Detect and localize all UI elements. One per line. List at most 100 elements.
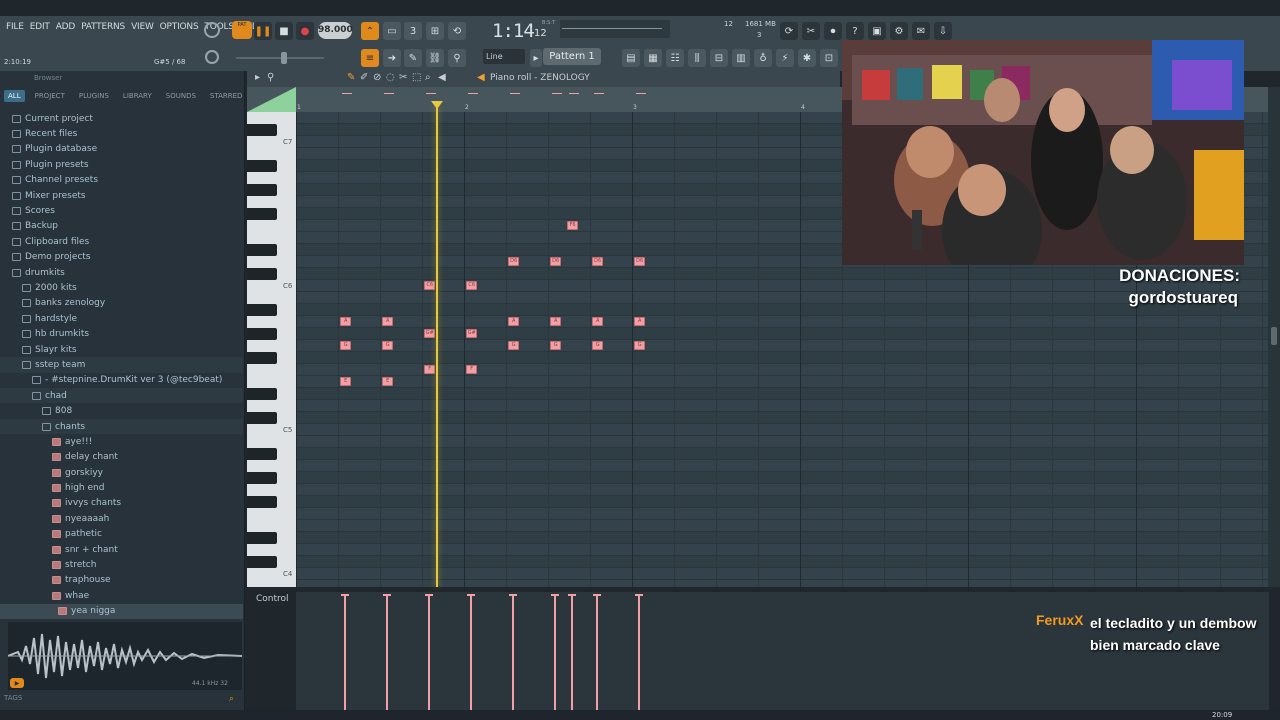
- browser-item[interactable]: aye!!!: [0, 434, 243, 449]
- playlist-icon[interactable]: ≡: [361, 49, 379, 67]
- browser-item[interactable]: yea nigga: [0, 603, 243, 619]
- tools-icon[interactable]: ✂: [802, 22, 820, 40]
- zoom-tool-icon[interactable]: ⌕: [425, 72, 431, 83]
- playback-tool-icon[interactable]: ◀: [438, 72, 446, 83]
- refresh-icon[interactable]: ⟳: [780, 22, 798, 40]
- browser-tab-project[interactable]: PROJECT: [31, 90, 69, 102]
- options-arrow-icon[interactable]: ▸: [255, 72, 260, 83]
- note[interactable]: A: [382, 317, 394, 326]
- browser-tab-all[interactable]: ALL: [4, 90, 25, 102]
- snap-selector[interactable]: Line: [483, 49, 525, 64]
- browser-item[interactable]: hardstyle: [0, 311, 243, 326]
- browser-item[interactable]: Mixer presets: [0, 188, 243, 203]
- note[interactable]: E: [340, 377, 352, 386]
- performance-icon[interactable]: ⊡: [820, 49, 838, 67]
- arrow-icon[interactable]: ➜: [383, 49, 401, 67]
- note[interactable]: D6: [592, 257, 604, 266]
- tempo-display[interactable]: 98.000: [318, 22, 353, 39]
- note[interactable]: F: [466, 365, 478, 374]
- browser-item[interactable]: traphouse: [0, 573, 243, 588]
- browser-item[interactable]: Demo projects: [0, 250, 243, 265]
- browser-item[interactable]: sstep team: [0, 357, 243, 373]
- velocity-bar[interactable]: [554, 596, 557, 710]
- record-icon[interactable]: ●: [296, 22, 314, 40]
- black-key[interactable]: [247, 124, 277, 136]
- velocity-cap[interactable]: [593, 594, 602, 596]
- browser-item[interactable]: Clipboard files: [0, 234, 243, 249]
- draw-tool-icon[interactable]: ✎: [347, 72, 355, 83]
- mute-tool-icon[interactable]: ◌: [386, 72, 395, 83]
- channel-rack-icon[interactable]: ☷: [666, 49, 684, 67]
- velocity-bar[interactable]: [428, 596, 431, 710]
- chat-icon[interactable]: ✉: [912, 22, 930, 40]
- black-key[interactable]: [247, 160, 277, 172]
- browser-item[interactable]: Slayr kits: [0, 342, 243, 357]
- velocity-bar[interactable]: [512, 596, 515, 710]
- browser-item[interactable]: Plugin database: [0, 142, 243, 157]
- velocity-cap[interactable]: [568, 594, 576, 596]
- velocity-cap[interactable]: [509, 594, 518, 596]
- note[interactable]: G: [340, 341, 352, 350]
- black-key[interactable]: [247, 448, 277, 460]
- note[interactable]: C6: [466, 281, 478, 290]
- note[interactable]: G#: [424, 329, 436, 338]
- touch-keyboard-icon[interactable]: ⚡: [776, 49, 794, 67]
- velocity-bar[interactable]: [596, 596, 599, 710]
- browser-tab-starred[interactable]: STARRED: [206, 90, 247, 102]
- browser-item[interactable]: 808: [0, 403, 243, 418]
- velocity-bar[interactable]: [386, 596, 389, 710]
- mixer-icon[interactable]: ⫼: [688, 49, 706, 67]
- pause-icon[interactable]: ❚❚: [254, 22, 272, 40]
- note[interactable]: G: [508, 341, 520, 350]
- piano-keyboard[interactable]: C7 C6 C5 C4: [247, 112, 296, 587]
- black-key[interactable]: [247, 496, 277, 508]
- control-label[interactable]: Control: [256, 594, 289, 604]
- tempo-tapper-icon[interactable]: ♁: [754, 49, 772, 67]
- black-key[interactable]: [247, 532, 277, 544]
- browser-item[interactable]: delay chant: [0, 450, 243, 465]
- note[interactable]: F6: [567, 221, 578, 230]
- note[interactable]: D6: [508, 257, 520, 266]
- menu-options[interactable]: OPTIONS: [158, 20, 201, 40]
- save-icon[interactable]: ▣: [868, 22, 886, 40]
- menu-edit[interactable]: EDIT: [28, 20, 52, 40]
- browser-window-icon[interactable]: ⊟: [710, 49, 728, 67]
- black-key[interactable]: [247, 352, 277, 364]
- browser-item[interactable]: whae: [0, 588, 243, 603]
- browser-item[interactable]: hb drumkits: [0, 326, 243, 341]
- velocity-cap[interactable]: [383, 594, 392, 596]
- pattern-prev-icon[interactable]: ▸: [530, 49, 542, 67]
- browser-item[interactable]: drumkits: [0, 265, 243, 280]
- playlist-window-icon[interactable]: ▤: [622, 49, 640, 67]
- paint-tool-icon[interactable]: ✐: [360, 72, 368, 83]
- browser-tab-library[interactable]: LIBRARY: [119, 90, 156, 102]
- tags-bar[interactable]: TAGS: [4, 694, 240, 706]
- note[interactable]: C6: [424, 281, 436, 290]
- note[interactable]: F: [424, 365, 436, 374]
- black-key[interactable]: [247, 184, 277, 196]
- velocity-cap[interactable]: [467, 594, 476, 596]
- browser-item[interactable]: ivvys chants: [0, 496, 243, 511]
- browser-item[interactable]: banks zenology: [0, 296, 243, 311]
- note[interactable]: A: [634, 317, 646, 326]
- preview-play-icon[interactable]: ▶: [10, 678, 24, 688]
- piano-roll-window-icon[interactable]: ▦: [644, 49, 662, 67]
- countdown-icon[interactable]: 3: [404, 22, 422, 40]
- step-edit-icon[interactable]: ⊞: [426, 22, 444, 40]
- search-icon[interactable]: ⌕: [229, 694, 234, 704]
- velocity-bar[interactable]: [470, 596, 473, 710]
- note[interactable]: D6: [634, 257, 646, 266]
- vertical-scrollbar[interactable]: [1268, 87, 1280, 587]
- delete-tool-icon[interactable]: ⊘: [373, 72, 381, 83]
- note[interactable]: E: [382, 377, 394, 386]
- metronome-icon[interactable]: ⌃: [361, 22, 379, 40]
- playhead[interactable]: [436, 104, 438, 587]
- main-volume-knob[interactable]: [204, 22, 220, 38]
- note[interactable]: A: [592, 317, 604, 326]
- pat-song-toggle[interactable]: PAT: [232, 21, 252, 39]
- slice-tool-icon[interactable]: ✂: [399, 72, 407, 83]
- black-key[interactable]: [247, 556, 277, 568]
- black-key[interactable]: [247, 412, 277, 424]
- velocity-bar[interactable]: [638, 596, 641, 710]
- menu-view[interactable]: VIEW: [129, 20, 156, 40]
